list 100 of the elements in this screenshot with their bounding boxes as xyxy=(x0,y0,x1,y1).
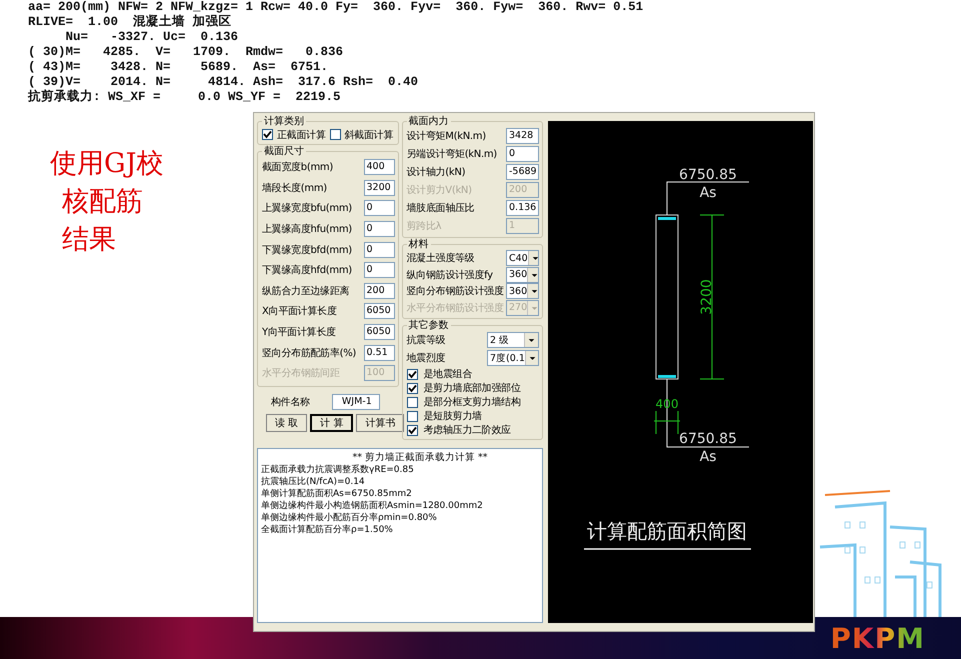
input-field[interactable]: 0 xyxy=(364,221,394,238)
output-line: 正截面承载力抗震调整系数γRE=0.85 xyxy=(261,464,415,476)
field-label: 水平分布钢筋设计强度 xyxy=(406,302,504,315)
field-label: 上翼缘宽度bfu(mm) xyxy=(262,202,352,216)
input-field[interactable]: WJM-1 xyxy=(332,394,380,410)
area-label: As xyxy=(700,449,716,465)
output-title: ** 剪力墙正截面承载力计算 ** xyxy=(351,451,489,464)
area-value: 6750.85 xyxy=(679,431,737,447)
dimension-text: 3200 xyxy=(699,279,715,315)
field-label: 抗震等级 xyxy=(406,334,446,347)
field-label: 设计弯矩M(kN.m) xyxy=(406,130,486,143)
field-label: 截面宽度b(mm) xyxy=(262,160,333,174)
checkbox[interactable] xyxy=(262,129,273,140)
field-label: 墙段长度(mm) xyxy=(262,182,327,195)
output-line: 单侧边缘构件最小配筋百分率ρmin=0.80% xyxy=(261,512,438,524)
field-label: 上翼缘高度hfu(mm) xyxy=(262,222,352,236)
field-label: 竖向分布钢筋设计强度 xyxy=(406,284,504,298)
input-field[interactable]: 0 xyxy=(364,200,394,216)
field-label: 水平分布钢筋间距 xyxy=(262,366,340,380)
rebar-mark xyxy=(658,375,676,378)
field-label: X向平面计算长度 xyxy=(262,304,336,318)
input-field[interactable]: 0.136 xyxy=(506,200,539,216)
dimension-line xyxy=(654,410,680,434)
field-label: 竖向分布筋配筋率(%) xyxy=(262,346,356,360)
field-label: 混凝土强度等级 xyxy=(406,252,474,266)
output-line: 单侧边缘构件最小构造钢筋面积Asmin=1280.00mm2 xyxy=(261,500,484,512)
group-title: 材料 xyxy=(408,239,430,250)
input-field[interactable]: 0 xyxy=(364,262,394,278)
field-label: 墙肢底面轴压比 xyxy=(406,202,474,215)
checkbox-label: 是部分框支剪力墙结构 xyxy=(424,396,521,409)
input-field[interactable]: 400 xyxy=(364,159,394,176)
caret-icon xyxy=(527,300,538,315)
dropdown[interactable]: C40 xyxy=(506,250,539,266)
group-title: 其它参数 xyxy=(408,320,450,331)
area-label: As xyxy=(700,185,716,201)
caret-icon xyxy=(527,284,538,298)
checkbox-label: 正截面计算 xyxy=(277,128,326,142)
output-line: 单侧计算配筋面积As=6750.85mm2 xyxy=(261,488,413,500)
checkbox[interactable] xyxy=(406,396,418,408)
input-field[interactable]: 0 xyxy=(364,242,394,258)
group-title: 计算类别 xyxy=(263,116,305,127)
field-label: 构件名称 xyxy=(271,396,310,409)
console-line: Nu= -3327. Uc= 0.136 xyxy=(64,30,240,45)
input-field[interactable]: 3428 xyxy=(506,128,539,144)
caret-icon xyxy=(524,333,538,347)
checkbox-label: 考虑轴压力二阶效应 xyxy=(424,424,511,437)
checkbox-label: 是剪力墙底部加强部位 xyxy=(424,382,521,395)
slide-note: 使用GJ校 xyxy=(50,147,164,181)
checkbox-label: 是短肢剪力墙 xyxy=(424,410,482,423)
field-label: 地震烈度 xyxy=(406,352,446,365)
rebar-mark xyxy=(658,217,676,220)
field-label: 下翼缘高度hfd(mm) xyxy=(262,264,352,278)
output-line: 抗震轴压比(N/fcA)=0.14 xyxy=(261,476,366,488)
caret-icon xyxy=(524,351,538,365)
console-line: aa= 200(mm) NFW= 2 NFW_kzgz= 1 Rcw= 40.0 Fy= 360. Fyv= 360. Fyw= 360. Rwv= 0.51 xyxy=(28,0,644,14)
field-label: 另端设计弯矩(kN.m) xyxy=(406,148,497,161)
caret-icon xyxy=(528,251,538,266)
input-field[interactable]: 0 xyxy=(506,146,539,162)
dialog-button[interactable]: 计 算 xyxy=(310,414,354,432)
checkbox-label: 是地震组合 xyxy=(424,368,472,381)
input-field[interactable]: 200 xyxy=(364,282,394,299)
input-field[interactable]: 6050 xyxy=(364,324,394,340)
slide-note: 核配筋 xyxy=(62,185,143,219)
console-line: ( 39)V= 2014. N= 4814. Ash= 317.6 Rsh= 0.40 xyxy=(28,75,420,89)
checkbox-label: 斜截面计算 xyxy=(344,128,394,142)
dialog-button[interactable]: 计算书 xyxy=(356,414,404,432)
input-field[interactable]: 0.51 xyxy=(364,344,394,361)
input-field[interactable]: -5689 xyxy=(506,164,539,180)
check-icon xyxy=(408,426,416,434)
checkbox[interactable] xyxy=(406,424,418,436)
console-line: ( 43)M= 3428. N= 5689. As= 6751. xyxy=(28,60,330,75)
dialog-button[interactable]: 读 取 xyxy=(266,414,308,432)
input-field[interactable]: 6050 xyxy=(364,303,394,320)
dropdown[interactable]: 2 级 xyxy=(487,332,539,348)
drawing-title: 计算配筋面积简图 xyxy=(587,519,747,543)
console-line: RLIVE= 1.00 混凝土墙 加强区 xyxy=(28,15,233,30)
check-icon xyxy=(263,130,272,139)
field-label: 纵向钢筋设计强度fy xyxy=(406,268,493,282)
checkbox[interactable] xyxy=(406,368,418,380)
input-field[interactable]: 3200 xyxy=(364,180,394,196)
caret-icon xyxy=(527,268,538,282)
console-line: ( 30)M= 4285. V= 1709. Rmdw= 0.836 xyxy=(28,45,344,60)
field-label: 设计剪力V(kN) xyxy=(406,184,472,197)
checkbox[interactable] xyxy=(406,382,418,394)
field-label: 纵筋合力至边缘距离 xyxy=(262,284,350,298)
field-label: 设计轴力(kN) xyxy=(406,166,466,179)
group-title: 截面内力 xyxy=(408,116,450,127)
field-label: 下翼缘宽度bfd(mm) xyxy=(262,244,352,257)
checkbox[interactable] xyxy=(330,129,341,140)
field-label: Y向平面计算长度 xyxy=(262,326,336,340)
console-line: 抗剪承载力: WS_XF = 0.0 WS_YF = 2219.5 xyxy=(28,90,342,105)
slide-note: 结果 xyxy=(62,223,116,257)
group-title: 截面尺寸 xyxy=(263,146,305,157)
area-value: 6750.85 xyxy=(679,167,737,183)
dropdown[interactable]: 360 xyxy=(506,283,539,300)
dropdown[interactable]: 7度(0.1 xyxy=(487,350,539,366)
dropdown[interactable]: 360 xyxy=(506,266,539,283)
output-line: 全截面计算配筋百分率ρ=1.50% xyxy=(261,524,394,536)
checkbox[interactable] xyxy=(406,410,418,422)
field-label: 剪跨比λ xyxy=(406,220,442,233)
